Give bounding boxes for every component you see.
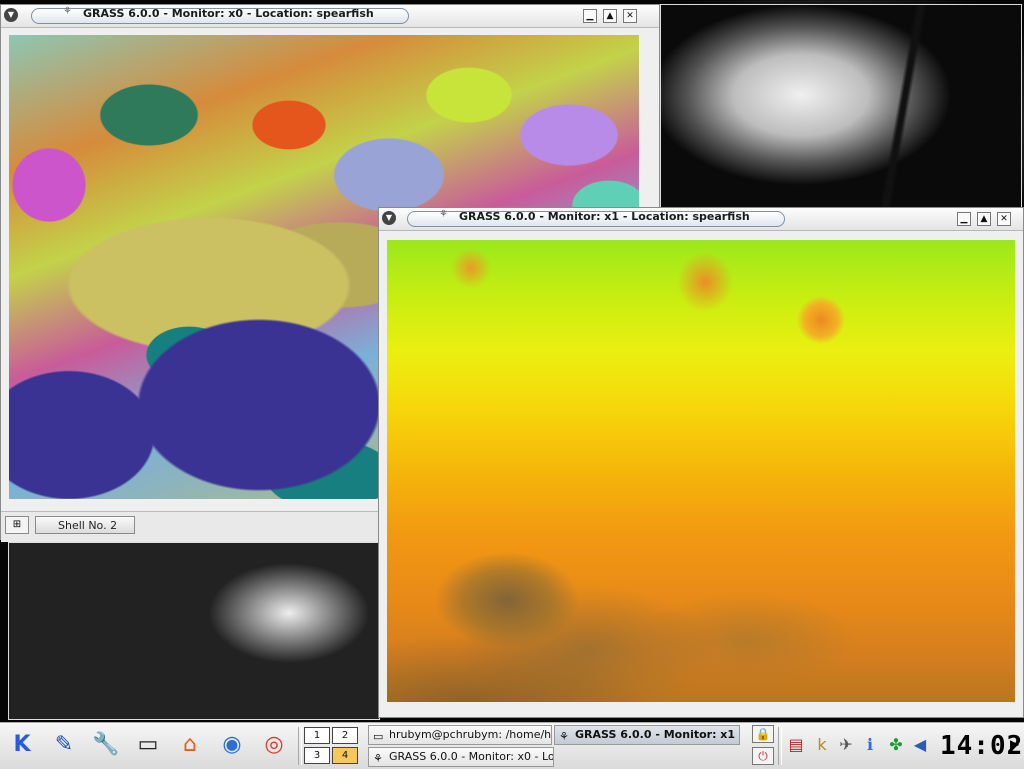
new-shell-button[interactable]: ⊞ bbox=[5, 516, 29, 534]
close-button[interactable]: ✕ bbox=[997, 212, 1011, 226]
minimize-button[interactable]: ▁ bbox=[957, 212, 971, 226]
grass-app-icon: ⚘ bbox=[439, 209, 448, 220]
help-icon[interactable]: ◎ bbox=[258, 729, 290, 761]
pager-desktop-4[interactable]: 4 bbox=[332, 747, 358, 764]
panel-hide-arrow-icon[interactable]: ▶ bbox=[1010, 737, 1019, 751]
task-label: hrubym@pchrubym: /home/hruby bbox=[389, 728, 552, 741]
grass-task-icon: ⚘ bbox=[373, 752, 383, 765]
panel-separator bbox=[778, 727, 782, 765]
terminal-icon[interactable]: ▭ bbox=[132, 729, 164, 761]
taskbar-task-monitor-x0[interactable]: ⚘ GRASS 6.0.0 - Monitor: x0 - Loc bbox=[368, 747, 554, 767]
home-icon[interactable]: ⌂ bbox=[174, 729, 206, 761]
taskbar-task-terminal[interactable]: ▭ hrubym@pchrubym: /home/hruby bbox=[368, 725, 552, 745]
window-titlebar[interactable]: ▼ ⚘ GRASS 6.0.0 - Monitor: x0 - Location… bbox=[1, 5, 659, 28]
browser-icon[interactable]: ◉ bbox=[216, 729, 248, 761]
window-menu-icon[interactable]: ▼ bbox=[4, 8, 18, 22]
keyboard-layout-icon[interactable]: ▤ bbox=[784, 729, 808, 761]
terminal-task-icon: ▭ bbox=[373, 730, 384, 743]
kde-info-icon[interactable]: ℹ bbox=[858, 729, 882, 761]
pager-desktop-1[interactable]: 1 bbox=[304, 727, 330, 744]
grass-task-icon: ⚘ bbox=[559, 730, 569, 743]
clover-icon[interactable]: ✤ bbox=[884, 729, 908, 761]
desktop-pager: 1 2 3 4 bbox=[302, 725, 362, 767]
minimize-button[interactable]: ▁ bbox=[583, 9, 597, 23]
logout-button[interactable]: ⏻ bbox=[752, 747, 774, 765]
close-button[interactable]: ✕ bbox=[623, 9, 637, 23]
taskbar-task-monitor-x1[interactable]: ⚘ GRASS 6.0.0 - Monitor: x1 - Loc bbox=[554, 725, 740, 745]
window-title: GRASS 6.0.0 - Monitor: x0 - Location: sp… bbox=[83, 7, 374, 20]
control-center-icon[interactable]: 🔧 bbox=[90, 729, 122, 761]
konsole-tab-strip: ⊞ Shell No. 2 bbox=[1, 511, 379, 542]
window-menu-icon[interactable]: ▼ bbox=[382, 211, 396, 225]
maximize-button[interactable]: ▲ bbox=[603, 9, 617, 23]
pager-desktop-2[interactable]: 2 bbox=[332, 727, 358, 744]
clock[interactable]: 14:02 bbox=[940, 727, 1022, 765]
window-title: GRASS 6.0.0 - Monitor: x1 - Location: sp… bbox=[459, 210, 750, 223]
elevation-map-display-x1[interactable] bbox=[387, 240, 1015, 702]
klipper-icon[interactable]: k bbox=[810, 729, 834, 761]
volume-icon[interactable]: ◀ bbox=[908, 729, 932, 761]
kwrite-icon[interactable]: ✎ bbox=[48, 729, 80, 761]
desktop-photo-top bbox=[660, 4, 1022, 216]
kde-menu-icon[interactable]: K bbox=[6, 729, 38, 761]
lock-screen-button[interactable]: 🔒 bbox=[752, 725, 774, 743]
kde-panel: K ✎ 🔧 ▭ ⌂ ◉ ◎ 1 2 3 4 ▭ hrubym@pchrubym:… bbox=[0, 722, 1024, 769]
pager-desktop-3[interactable]: 3 bbox=[304, 747, 330, 764]
grass-app-icon: ⚘ bbox=[63, 6, 72, 17]
shell-tab[interactable]: Shell No. 2 bbox=[35, 516, 135, 534]
maximize-button[interactable]: ▲ bbox=[977, 212, 991, 226]
window-titlebar[interactable]: ▼ ⚘ GRASS 6.0.0 - Monitor: x1 - Location… bbox=[379, 208, 1023, 231]
task-label: GRASS 6.0.0 - Monitor: x1 - Loc bbox=[575, 728, 739, 741]
grass-monitor-x1-window[interactable]: ▼ ⚘ GRASS 6.0.0 - Monitor: x1 - Location… bbox=[378, 207, 1024, 718]
network-icon[interactable]: ✈ bbox=[834, 729, 858, 761]
task-label: GRASS 6.0.0 - Monitor: x0 - Loc bbox=[389, 750, 554, 763]
desktop-photo-bottom bbox=[8, 542, 380, 720]
